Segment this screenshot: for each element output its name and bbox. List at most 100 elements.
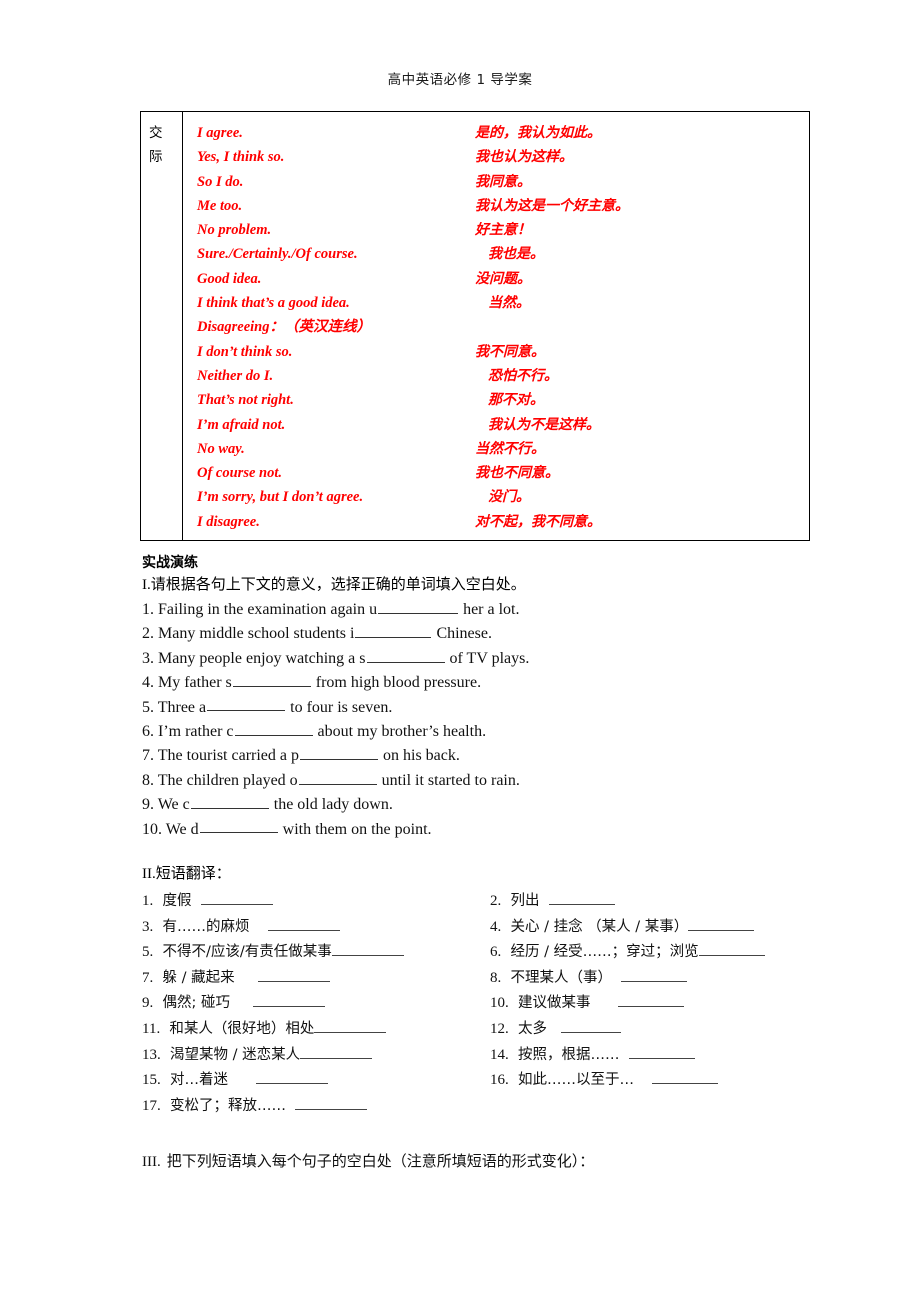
communication-english-phrase: Of course not. xyxy=(197,465,282,482)
question-text-before-blank: Many middle school students i xyxy=(158,625,355,643)
question-item: 7. The tourist carried a p on his back. xyxy=(142,742,842,766)
communication-english-phrase: No way. xyxy=(197,440,245,457)
phrase-translation-grid: 1. 度假 2. 列出 3. 有……的麻烦 4. 关心 / 挂念 （某人 / 某… xyxy=(142,889,912,1119)
question-text-before-blank: We c xyxy=(157,795,190,813)
communication-row: That’s not right. 那不对。 xyxy=(197,388,809,412)
question-text-after-blank: from high blood pressure. xyxy=(315,673,482,691)
answer-blank[interactable] xyxy=(366,645,445,663)
phrase-chinese-text: 建议做某事 xyxy=(517,995,591,1012)
phrase-row: 1. 度假 2. 列出 xyxy=(142,889,912,915)
answer-blank[interactable] xyxy=(190,791,269,809)
communication-english-phrase: Good idea. xyxy=(197,270,262,287)
answer-blank[interactable] xyxy=(300,742,378,761)
communication-row: No way. 当然不行。 xyxy=(197,437,809,461)
phrase-number: 6. xyxy=(490,944,502,961)
answer-blank[interactable] xyxy=(232,669,311,687)
answer-blank[interactable] xyxy=(355,620,432,639)
phrase-answer-blank[interactable] xyxy=(255,1069,328,1085)
question-text-after-blank: her a lot. xyxy=(463,600,520,618)
communication-english-phrase: Disagreeing：（英汉连线） xyxy=(197,319,371,336)
communication-chinese-meaning: 我认为不是这样。 xyxy=(488,416,600,433)
phrase-answer-blank[interactable] xyxy=(560,1017,621,1033)
section2-number: II. xyxy=(142,866,156,882)
question-text-after-blank: until it started to rain. xyxy=(381,771,520,789)
phrase-item: 14. 按照，根据…… xyxy=(490,1043,695,1069)
communication-chinese-meaning: 我也是。 xyxy=(488,246,544,263)
communication-row: I think that’s a good idea. 当然。 xyxy=(197,291,809,315)
question-item: 9. We c the old lady down. xyxy=(142,791,842,815)
phrase-answer-blank[interactable] xyxy=(295,1094,368,1110)
phrase-answer-blank[interactable] xyxy=(698,941,765,957)
phrase-answer-blank[interactable] xyxy=(688,915,755,931)
phrase-chinese-text: 按照，根据…… xyxy=(517,1046,620,1063)
question-item: 4. My father s from high blood pressure. xyxy=(142,669,842,693)
phrase-item: 17. 变松了；释放…… xyxy=(142,1094,368,1120)
question-text-after-blank: Chinese. xyxy=(436,625,492,643)
phrase-item: 9. 偶然; 碰巧 xyxy=(142,991,326,1017)
question-text-after-blank: about my brother’s health. xyxy=(317,722,487,740)
phrase-chinese-text: 度假 xyxy=(162,893,192,909)
communication-chinese-meaning: 我同意。 xyxy=(475,173,531,190)
phrase-answer-blank[interactable] xyxy=(618,992,685,1008)
phrase-chinese-text: 如此……以至于… xyxy=(517,1072,634,1089)
phrase-item: 8. 不理某人（事） xyxy=(490,966,688,992)
phrase-chinese-text: 太多 xyxy=(517,1020,547,1037)
section1-intro-text: 请根据各句上下文的意义，选择正确的单词填入空白处。 xyxy=(150,575,526,593)
phrase-answer-blank[interactable] xyxy=(621,966,688,982)
answer-blank[interactable] xyxy=(378,596,459,614)
phrase-item: 10. 建议做某事 xyxy=(490,991,685,1017)
question-number: 10. xyxy=(142,820,162,838)
phrase-item: 1. 度假 xyxy=(142,889,273,915)
communication-row: Neither do I. 恐怕不行。 xyxy=(197,364,809,388)
phrase-number: 5. xyxy=(142,944,154,961)
phrase-answer-blank[interactable] xyxy=(267,915,340,931)
question-number: 7. xyxy=(142,747,154,765)
answer-blank[interactable] xyxy=(207,694,286,712)
communication-english-phrase: No problem. xyxy=(197,222,272,239)
section3-instruction: III. 把下列短语填入每个句子的空白处（注意所填短语的形式变化）： xyxy=(142,1150,594,1171)
phrase-number: 17. xyxy=(142,1097,161,1114)
phrase-number: 1. xyxy=(142,893,154,909)
answer-blank[interactable] xyxy=(298,767,377,785)
communication-table: 交 际 I agree. 是的，我认为如此。 Yes, I think so. 我也认… xyxy=(140,111,810,542)
phrase-answer-blank[interactable] xyxy=(331,941,404,957)
phrase-answer-blank[interactable] xyxy=(628,1043,695,1059)
question-item: 5. Three a to four is seven. xyxy=(142,694,842,718)
section1-intro: I.请根据各句上下文的意义，选择正确的单词填入空白处。 xyxy=(142,573,526,594)
phrase-chinese-text: 躲 / 藏起来 xyxy=(162,969,235,986)
question-text-before-blank: Many people enjoy watching a s xyxy=(158,649,366,667)
communication-row: Of course not. 我也不同意。 xyxy=(197,461,809,485)
phrase-answer-blank[interactable] xyxy=(314,1017,387,1033)
phrase-row: 15. 对…着迷 16. 如此……以至于… xyxy=(142,1068,912,1094)
communication-row: I agree. 是的，我认为如此。 xyxy=(197,121,809,145)
phrase-number: 11. xyxy=(142,1020,161,1037)
communication-chinese-meaning: 我也不同意。 xyxy=(475,465,559,482)
question-text-after-blank: of TV plays. xyxy=(449,649,530,667)
phrase-item: 4. 关心 / 挂念 （某人 / 某事） xyxy=(490,915,755,941)
communication-rows: I agree. 是的，我认为如此。 Yes, I think so. 我也认为这样。… xyxy=(183,112,809,540)
answer-blank[interactable] xyxy=(199,816,278,834)
answer-blank[interactable] xyxy=(234,718,313,736)
communication-row: I’m afraid not. 我认为不是这样。 xyxy=(197,413,809,437)
phrase-answer-blank[interactable] xyxy=(300,1043,373,1059)
phrase-row: 5. 不得不/应该/有责任做某事 6. 经历 / 经受……；穿过；浏览 xyxy=(142,940,912,966)
phrase-item: 11. 和某人（很好地）相处 xyxy=(142,1017,387,1043)
phrase-answer-blank[interactable] xyxy=(652,1069,719,1085)
phrase-number: 15. xyxy=(142,1072,161,1089)
section1-number: I. xyxy=(142,577,151,593)
phrase-answer-blank[interactable] xyxy=(253,992,326,1008)
phrase-answer-blank[interactable] xyxy=(200,890,273,905)
communication-row: Yes, I think so. 我也认为这样。 xyxy=(197,145,809,169)
phrase-item: 16. 如此……以至于… xyxy=(490,1068,719,1094)
phrase-chinese-text: 经历 / 经受……；穿过；浏览 xyxy=(510,944,699,961)
phrase-answer-blank[interactable] xyxy=(257,966,330,982)
question-text-before-blank: The children played o xyxy=(157,771,298,789)
communication-row: No problem. 好主意！ xyxy=(197,218,809,242)
phrase-chinese-text: 有……的麻烦 xyxy=(162,918,250,935)
question-text-before-blank: The tourist carried a p xyxy=(157,747,299,765)
communication-chinese-meaning: 没问题。 xyxy=(475,270,531,287)
question-item: 1. Failing in the examination again u he… xyxy=(142,596,842,620)
question-number: 9. xyxy=(142,795,154,813)
phrase-number: 13. xyxy=(142,1046,161,1063)
phrase-answer-blank[interactable] xyxy=(548,890,615,905)
